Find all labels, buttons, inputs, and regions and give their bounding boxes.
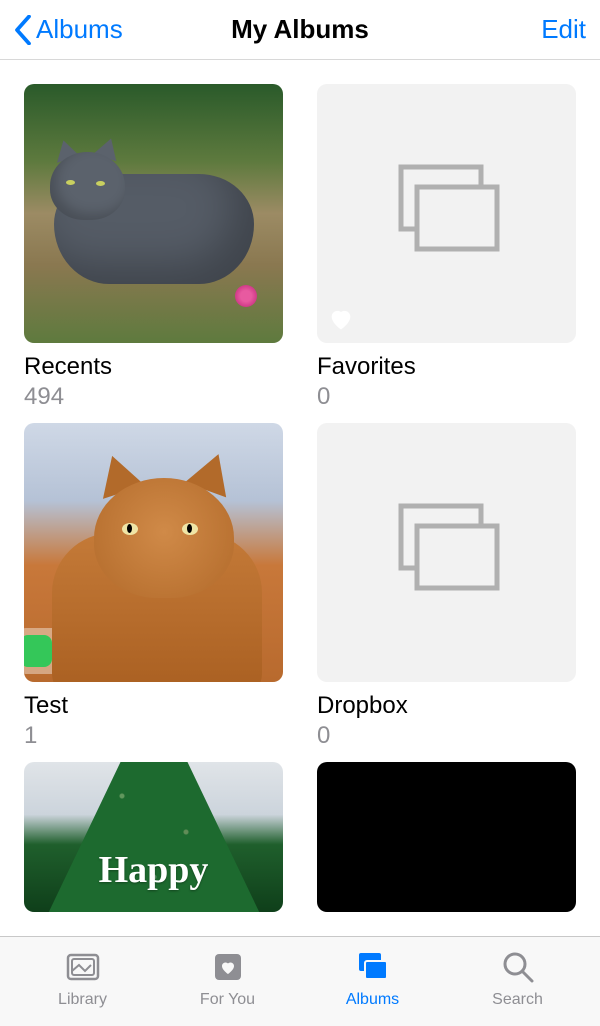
navigation-bar: Albums My Albums Edit xyxy=(0,0,600,60)
album-thumbnail xyxy=(24,84,283,343)
tab-label: Search xyxy=(492,991,543,1009)
edit-button[interactable]: Edit xyxy=(541,14,586,45)
for-you-icon xyxy=(208,947,248,987)
album-title: Favorites xyxy=(317,353,576,381)
empty-album-icon xyxy=(387,159,507,269)
tab-label: Library xyxy=(58,991,107,1009)
album-test[interactable]: Test 1 xyxy=(24,423,283,750)
album-thumbnail: Happy xyxy=(24,762,283,912)
album-dropbox[interactable]: Dropbox 0 xyxy=(317,423,576,750)
album-item[interactable] xyxy=(317,762,576,912)
album-title: Recents xyxy=(24,353,283,381)
album-title: Dropbox xyxy=(317,692,576,720)
tab-search[interactable]: Search xyxy=(445,947,590,1009)
album-recents[interactable]: Recents 494 xyxy=(24,84,283,411)
tab-label: For You xyxy=(200,991,255,1009)
album-title: Test xyxy=(24,692,283,720)
tab-library[interactable]: Library xyxy=(10,947,155,1009)
album-thumbnail xyxy=(24,423,283,682)
chevron-left-icon xyxy=(14,15,32,45)
albums-icon xyxy=(353,947,393,987)
search-icon xyxy=(498,947,538,987)
overlay-text: Happy xyxy=(99,848,209,892)
back-label: Albums xyxy=(36,14,123,45)
heart-icon xyxy=(327,305,355,333)
album-thumbnail xyxy=(317,84,576,343)
album-favorites[interactable]: Favorites 0 xyxy=(317,84,576,411)
album-count: 0 xyxy=(317,722,576,750)
back-button[interactable]: Albums xyxy=(14,14,123,45)
tab-for-you[interactable]: For You xyxy=(155,947,300,1009)
album-thumbnail xyxy=(317,762,576,912)
tab-label: Albums xyxy=(346,991,399,1009)
album-count: 494 xyxy=(24,383,283,411)
library-icon xyxy=(63,947,103,987)
albums-scroll-area[interactable]: Recents 494 Favorites 0 xyxy=(0,60,600,936)
empty-album-icon xyxy=(387,498,507,608)
album-thumbnail xyxy=(317,423,576,682)
album-item[interactable]: Happy xyxy=(24,762,283,912)
tab-bar: Library For You Albums Search xyxy=(0,936,600,1026)
album-count: 0 xyxy=(317,383,576,411)
album-count: 1 xyxy=(24,722,283,750)
tab-albums[interactable]: Albums xyxy=(300,947,445,1009)
albums-grid: Recents 494 Favorites 0 xyxy=(24,84,576,912)
